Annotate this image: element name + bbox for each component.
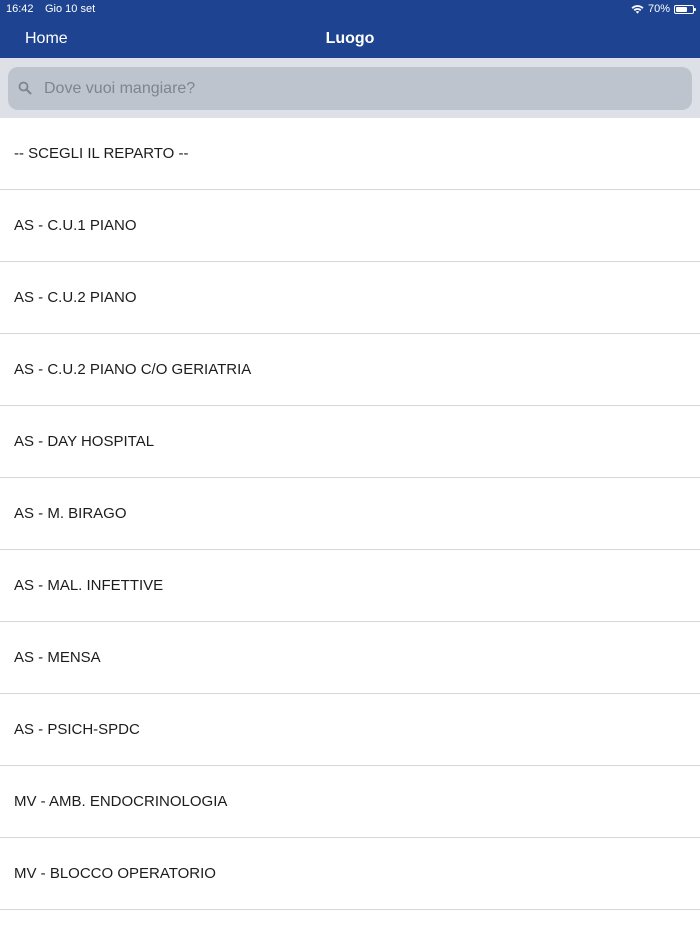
list-item-label: AS - MAL. INFETTIVE <box>14 577 164 594</box>
list-item-label: AS - DAY HOSPITAL <box>14 433 155 450</box>
battery-tip <box>694 7 696 11</box>
list-item[interactable]: AS - C.U.2 PIANO C/O GERIATRIA <box>0 334 700 406</box>
list-item-label: MV - BLOCCO OPERATORIO <box>14 865 216 882</box>
list-item-label: AS - C.U.2 PIANO C/O GERIATRIA <box>14 361 252 378</box>
status-indicators: 70% <box>631 0 696 18</box>
list-item[interactable]: AS - PSICH-SPDC <box>0 694 700 766</box>
list-item-label: MV - AMB. ENDOCRINOLOGIA <box>14 793 228 810</box>
battery-icon <box>674 4 696 14</box>
list-item-label: AS - PSICH-SPDC <box>14 721 140 738</box>
list-item-label: AS - MENSA <box>14 649 101 666</box>
wifi-icon <box>631 4 644 14</box>
status-date: Gio 10 set <box>45 3 96 15</box>
search-bar-container <box>0 58 700 118</box>
list-item-label: AS - C.U.2 PIANO <box>14 289 137 306</box>
search-icon <box>18 81 32 95</box>
search-box[interactable] <box>8 67 692 110</box>
ward-list: -- SCEGLI IL REPARTO -- AS - C.U.1 PIANO A… <box>0 118 700 910</box>
list-item-label: -- SCEGLI IL REPARTO -- <box>14 145 189 162</box>
list-item[interactable]: AS - MAL. INFETTIVE <box>0 550 700 622</box>
battery-percentage: 70% <box>647 3 670 15</box>
list-item[interactable]: AS - M. BIRAGO <box>0 478 700 550</box>
navigation-bar: 16:42 Gio 10 set 70% Home Luogo <box>0 0 700 58</box>
list-item[interactable]: MV - AMB. ENDOCRINOLOGIA <box>0 766 700 838</box>
list-item[interactable]: AS - C.U.2 PIANO <box>0 262 700 334</box>
page-title: Luogo <box>325 30 375 47</box>
status-time: 16:42 <box>6 3 34 15</box>
battery-level <box>676 6 687 12</box>
list-item-label: AS - M. BIRAGO <box>14 505 127 522</box>
list-item[interactable]: -- SCEGLI IL REPARTO -- <box>0 118 700 190</box>
list-item[interactable]: AS - DAY HOSPITAL <box>0 406 700 478</box>
search-input[interactable] <box>44 67 674 110</box>
list-item[interactable]: AS - MENSA <box>0 622 700 694</box>
list-item[interactable]: AS - C.U.1 PIANO <box>0 190 700 262</box>
list-item-label: AS - C.U.1 PIANO <box>14 217 137 234</box>
status-bar: 16:42 Gio 10 set 70% <box>0 0 700 18</box>
list-item[interactable]: MV - BLOCCO OPERATORIO <box>0 838 700 910</box>
